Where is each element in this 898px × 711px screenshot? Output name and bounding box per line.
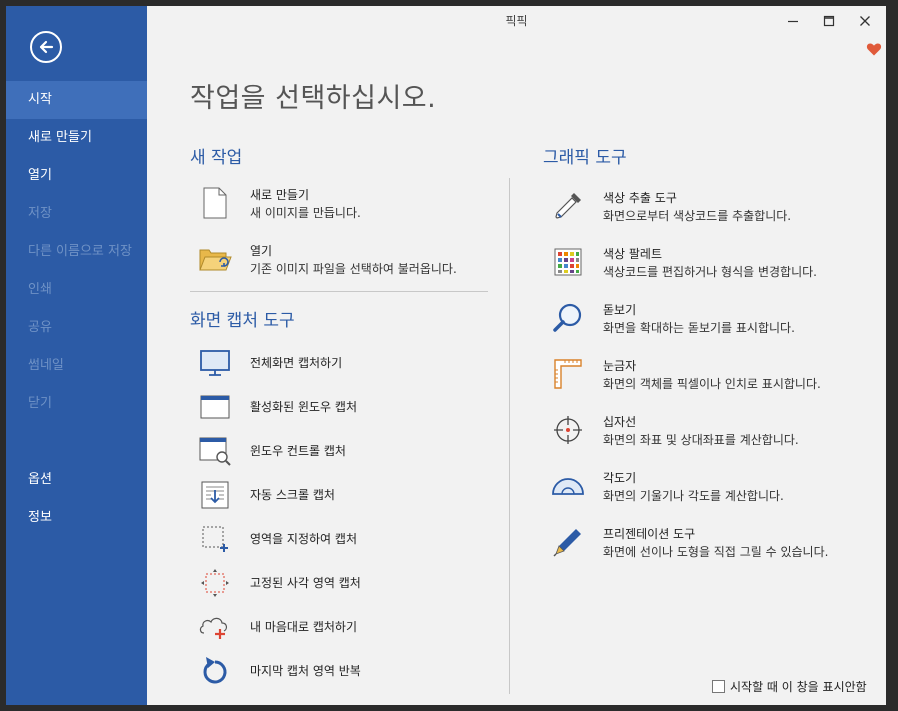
item-desc: 화면의 기울기나 각도를 계산합니다. — [603, 489, 784, 503]
protractor-icon — [551, 469, 585, 503]
section-title-capture: 화면 캡처 도구 — [190, 311, 295, 331]
item-title: 눈금자 — [603, 359, 637, 373]
arrow-left-icon — [39, 40, 54, 54]
minimize-button[interactable] — [779, 10, 807, 32]
maximize-button[interactable] — [815, 10, 843, 32]
open-folder-icon — [198, 242, 232, 276]
section-divider — [190, 291, 488, 292]
minimize-icon — [788, 20, 798, 23]
region-select-icon — [198, 522, 232, 556]
item-title: 각도기 — [603, 471, 637, 485]
ruler-icon — [551, 357, 585, 391]
item-title: 마지막 캡처 영역 반복 — [250, 664, 361, 678]
window-title: 픽픽 — [505, 14, 528, 28]
item-title: 윈도우 컨트롤 캡처 — [250, 444, 346, 458]
item-title: 색상 추출 도구 — [603, 191, 677, 205]
dont-show-label: 시작할 때 이 창을 표시안함 — [730, 680, 867, 694]
close-button[interactable] — [851, 10, 879, 32]
item-title: 색상 팔레트 — [603, 247, 663, 261]
item-desc: 화면의 객체를 픽셀이나 인치로 표시합니다. — [603, 377, 821, 391]
item-title: 내 마음대로 캡처하기 — [250, 620, 357, 634]
sidebar-item-thumbnail[interactable]: 썸네일 — [6, 347, 147, 385]
repeat-icon — [198, 654, 232, 688]
item-title: 프리젠테이션 도구 — [603, 527, 696, 541]
item-desc: 화면으로부터 색상코드를 추출합니다. — [603, 209, 792, 223]
column-divider — [509, 178, 510, 694]
pen-icon — [551, 525, 585, 559]
sidebar-item-close[interactable]: 닫기 — [6, 385, 147, 423]
sidebar-item-options[interactable]: 옵션 — [6, 461, 147, 499]
window-icon — [198, 390, 232, 424]
app-window: 시작 새로 만들기 열기 저장 다른 이름으로 저장 인쇄 공유 썸네일 닫기 … — [6, 6, 886, 705]
section-title-graphic: 그래픽 도구 — [543, 148, 627, 168]
monitor-icon — [198, 346, 232, 380]
sidebar-item-new[interactable]: 새로 만들기 — [6, 119, 147, 157]
item-title: 활성화된 윈도우 캡처 — [250, 400, 357, 414]
section-title-new-task: 새 작업 — [190, 148, 243, 168]
page-title: 작업을 선택하십시오. — [190, 83, 437, 114]
item-title: 고정된 사각 영역 캡처 — [250, 576, 361, 590]
sidebar: 시작 새로 만들기 열기 저장 다른 이름으로 저장 인쇄 공유 썸네일 닫기 … — [6, 6, 147, 705]
window-magnifier-icon — [198, 434, 232, 468]
sidebar-item-start[interactable]: 시작 — [6, 81, 147, 119]
item-title: 영역을 지정하여 캡처 — [250, 532, 357, 546]
item-desc: 화면의 좌표 및 상대좌표를 계산합니다. — [603, 433, 799, 447]
freehand-cloud-icon — [198, 610, 232, 644]
sidebar-item-save[interactable]: 저장 — [6, 195, 147, 233]
magnifier-icon — [551, 301, 585, 335]
item-desc: 새 이미지를 만듭니다. — [250, 206, 361, 220]
item-title: 열기 — [250, 244, 273, 258]
item-title: 십자선 — [603, 415, 637, 429]
dont-show-checkbox[interactable] — [712, 680, 725, 693]
dont-show-on-start-option[interactable]: 시작할 때 이 창을 표시안함 — [712, 678, 867, 695]
close-icon — [860, 16, 870, 26]
sidebar-item-print[interactable]: 인쇄 — [6, 271, 147, 309]
crosshair-icon — [551, 413, 585, 447]
sidebar-item-save-as[interactable]: 다른 이름으로 저장 — [6, 233, 147, 271]
back-button[interactable] — [30, 31, 62, 63]
eyedropper-icon — [551, 189, 585, 223]
fixed-region-icon — [198, 566, 232, 600]
item-desc: 화면에 선이나 도형을 직접 그릴 수 있습니다. — [603, 545, 829, 559]
item-title: 돋보기 — [603, 303, 637, 317]
item-desc: 기존 이미지 파일을 선택하여 불러옵니다. — [250, 262, 457, 276]
item-title: 자동 스크롤 캡처 — [250, 488, 335, 502]
scroll-down-icon — [198, 478, 232, 512]
item-desc: 화면을 확대하는 돋보기를 표시합니다. — [603, 321, 795, 335]
sidebar-item-open[interactable]: 열기 — [6, 157, 147, 195]
item-title: 전체화면 캡처하기 — [250, 356, 343, 370]
sidebar-item-share[interactable]: 공유 — [6, 309, 147, 347]
new-file-icon — [198, 186, 232, 220]
maximize-icon — [823, 15, 835, 27]
item-title: 새로 만들기 — [250, 188, 310, 202]
palette-grid-icon — [551, 245, 585, 279]
heart-icon[interactable] — [866, 41, 882, 57]
sidebar-item-about[interactable]: 정보 — [6, 499, 147, 537]
title-bar: 픽픽 — [147, 6, 886, 36]
item-desc: 색상코드를 편집하거나 형식을 변경합니다. — [603, 265, 817, 279]
